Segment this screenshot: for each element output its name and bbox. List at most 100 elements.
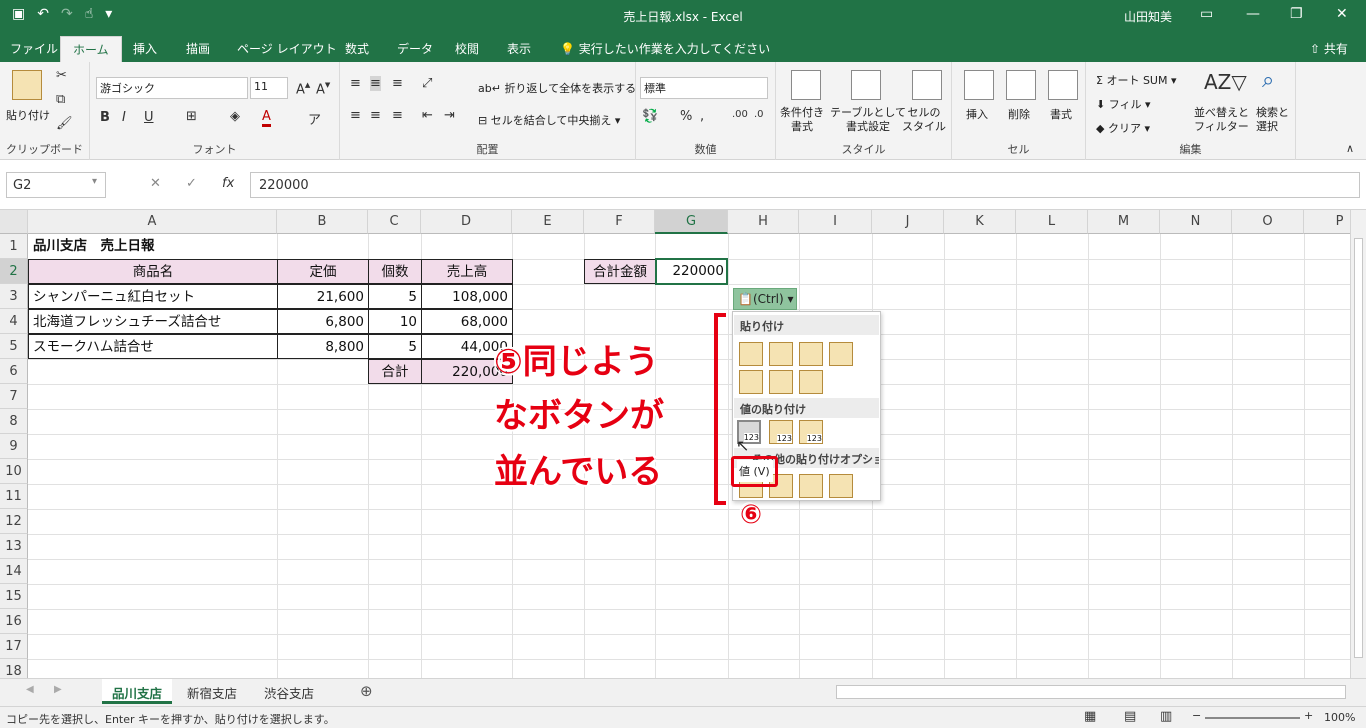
font-size-box[interactable]: 11 xyxy=(250,77,288,99)
insert-cells-icon[interactable] xyxy=(964,70,994,100)
phonetic-icon[interactable]: ア xyxy=(308,109,321,128)
sheet-tab-shibuya[interactable]: 渋谷支店 xyxy=(254,679,324,704)
cancel-icon[interactable]: ✕ xyxy=(150,176,161,191)
col-header-o[interactable]: O xyxy=(1232,210,1304,234)
tab-insert[interactable]: 挿入 xyxy=(133,40,157,57)
sum-label[interactable]: 合計金額 xyxy=(584,259,656,284)
col-header-d[interactable]: D xyxy=(421,210,512,234)
row-header-3[interactable]: 3 xyxy=(0,284,28,309)
tab-page-layout[interactable]: ページ レイアウト xyxy=(237,40,337,57)
close-icon[interactable]: ✕ xyxy=(1336,6,1348,22)
align-left-icon[interactable]: ≡ xyxy=(350,108,361,123)
col-header-j[interactable]: J xyxy=(872,210,944,234)
row-header-4[interactable]: 4 xyxy=(0,309,28,334)
user-name[interactable]: 山田知美 xyxy=(1124,8,1172,25)
format-cells-button[interactable]: 書式 xyxy=(1050,106,1072,122)
normal-view-icon[interactable]: ▦ xyxy=(1084,709,1096,724)
border-icon[interactable]: ⊞ xyxy=(186,109,197,124)
currency-icon[interactable]: 💱 xyxy=(642,109,658,124)
picture-icon[interactable] xyxy=(799,474,823,498)
row-header-7[interactable]: 7 xyxy=(0,384,28,409)
horizontal-scrollbar[interactable] xyxy=(836,685,1346,699)
zoom-in-icon[interactable]: + xyxy=(1304,709,1313,722)
cell-qty[interactable]: 5 xyxy=(368,334,422,359)
vertical-scrollbar[interactable] xyxy=(1350,210,1366,678)
row-header-5[interactable]: 5 xyxy=(0,334,28,359)
increase-font-icon[interactable]: A▴ xyxy=(296,78,310,97)
sheet-title[interactable]: 品川支店 売上日報 xyxy=(29,234,329,259)
tab-review[interactable]: 校閲 xyxy=(455,40,479,57)
cell-price[interactable]: 21,600 xyxy=(277,284,369,309)
select-all-corner[interactable] xyxy=(0,210,28,234)
increase-indent-icon[interactable]: ⇥ xyxy=(444,108,455,123)
collapse-ribbon-icon[interactable]: ∧ xyxy=(1346,142,1354,155)
col-header-a[interactable]: A xyxy=(28,210,277,234)
italic-icon[interactable]: I xyxy=(122,110,126,125)
font-name-box[interactable]: 游ゴシック xyxy=(96,77,248,99)
format-cells-icon[interactable] xyxy=(1048,70,1078,100)
col-header-e[interactable]: E xyxy=(512,210,584,234)
cell-price[interactable]: 8,800 xyxy=(277,334,369,359)
cell-sales[interactable]: 68,000 xyxy=(421,309,513,334)
orientation-icon[interactable]: ⤢ xyxy=(422,76,432,91)
function-icon[interactable]: fx xyxy=(222,176,234,191)
col-header-m[interactable]: M xyxy=(1088,210,1160,234)
row-header-16[interactable]: 16 xyxy=(0,609,28,634)
align-top-icon[interactable]: ≡ xyxy=(350,76,361,91)
header-sales[interactable]: 売上高 xyxy=(421,259,513,284)
autosum-button[interactable]: Σ オート SUM ▾ xyxy=(1096,72,1177,88)
tab-formulas[interactable]: 数式 xyxy=(345,40,369,57)
align-middle-icon[interactable]: ≡ xyxy=(370,76,381,91)
keep-source-formatting-icon[interactable] xyxy=(829,342,853,366)
sheet-tab-shinjuku[interactable]: 新宿支店 xyxy=(177,679,247,704)
paste-button[interactable]: 貼り付け xyxy=(6,107,50,123)
row-header-13[interactable]: 13 xyxy=(0,534,28,559)
row-header-11[interactable]: 11 xyxy=(0,484,28,509)
number-format-box[interactable]: 標準 xyxy=(640,77,768,99)
align-center-icon[interactable]: ≡ xyxy=(370,108,381,123)
cell-product[interactable]: シャンパーニュ紅白セット xyxy=(28,284,278,309)
fill-color-icon[interactable]: ◈ xyxy=(230,109,240,124)
delete-cells-icon[interactable] xyxy=(1006,70,1036,100)
linked-picture-icon[interactable] xyxy=(829,474,853,498)
cell-qty[interactable]: 10 xyxy=(368,309,422,334)
col-header-n[interactable]: N xyxy=(1160,210,1232,234)
minimize-icon[interactable]: — xyxy=(1246,6,1260,22)
table-format-button[interactable]: テーブルとして 書式設定 xyxy=(830,106,906,134)
cell-style-button[interactable]: セルの スタイル xyxy=(902,106,946,134)
decrease-font-icon[interactable]: A▾ xyxy=(316,78,330,97)
fill-button[interactable]: ⬇ フィル ▾ xyxy=(1096,96,1151,112)
name-box-dropdown-icon[interactable]: ▾ xyxy=(92,176,97,187)
vertical-scroll-thumb[interactable] xyxy=(1354,238,1363,658)
values-number-format-icon[interactable]: 123 xyxy=(769,420,793,444)
cell-sales[interactable]: 108,000 xyxy=(421,284,513,309)
cell-product[interactable]: スモークハム詰合せ xyxy=(28,334,278,359)
row-header-15[interactable]: 15 xyxy=(0,584,28,609)
bold-icon[interactable]: B xyxy=(100,110,110,125)
merge-center-button[interactable]: ⊟ セルを結合して中央揃え ▾ xyxy=(478,112,620,128)
paste-formulas-icon[interactable] xyxy=(769,342,793,366)
align-right-icon[interactable]: ≡ xyxy=(392,108,403,123)
decrease-indent-icon[interactable]: ⇤ xyxy=(422,108,433,123)
tab-data[interactable]: データ xyxy=(397,40,433,57)
name-box[interactable]: G2 xyxy=(6,172,106,198)
row-header-6[interactable]: 6 xyxy=(0,359,28,384)
tell-me-input[interactable]: 💡 実行したい作業を入力してください xyxy=(560,40,770,57)
cell-qty[interactable]: 5 xyxy=(368,284,422,309)
paste-options-button[interactable]: 📋(Ctrl) ▾ xyxy=(733,288,797,310)
col-header-i[interactable]: I xyxy=(799,210,872,234)
col-header-l[interactable]: L xyxy=(1016,210,1088,234)
row-header-18[interactable]: 18 xyxy=(0,659,28,678)
col-header-k[interactable]: K xyxy=(944,210,1016,234)
tab-file[interactable]: ファイル xyxy=(10,40,58,57)
header-qty[interactable]: 個数 xyxy=(368,259,422,284)
sheet-tab-shinagawa[interactable]: 品川支店 xyxy=(102,679,173,704)
paste-formulas-number-format-icon[interactable] xyxy=(799,342,823,366)
row-header-10[interactable]: 10 xyxy=(0,459,28,484)
tab-draw[interactable]: 描画 xyxy=(186,40,210,57)
table-format-icon[interactable] xyxy=(851,70,881,100)
paste-icon[interactable] xyxy=(739,342,763,366)
insert-cells-button[interactable]: 挿入 xyxy=(966,106,988,122)
row-header-9[interactable]: 9 xyxy=(0,434,28,459)
col-header-p[interactable]: P xyxy=(1304,210,1350,234)
